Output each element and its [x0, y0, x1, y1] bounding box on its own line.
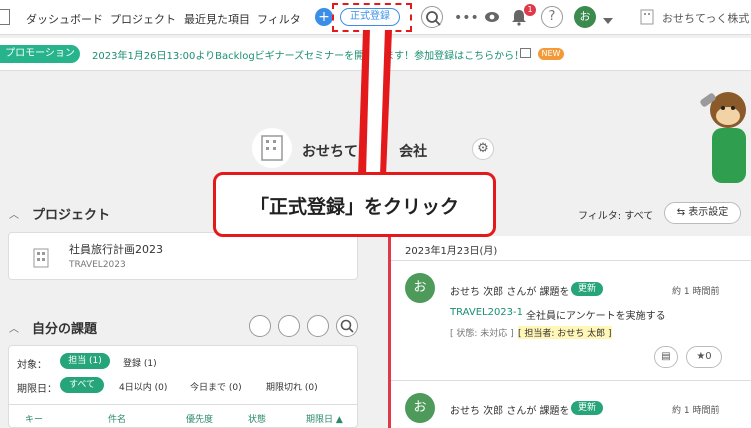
annotation-text: 「正式登録」をクリック — [249, 196, 459, 218]
annotation-callout: 「正式登録」をクリック — [213, 172, 496, 237]
